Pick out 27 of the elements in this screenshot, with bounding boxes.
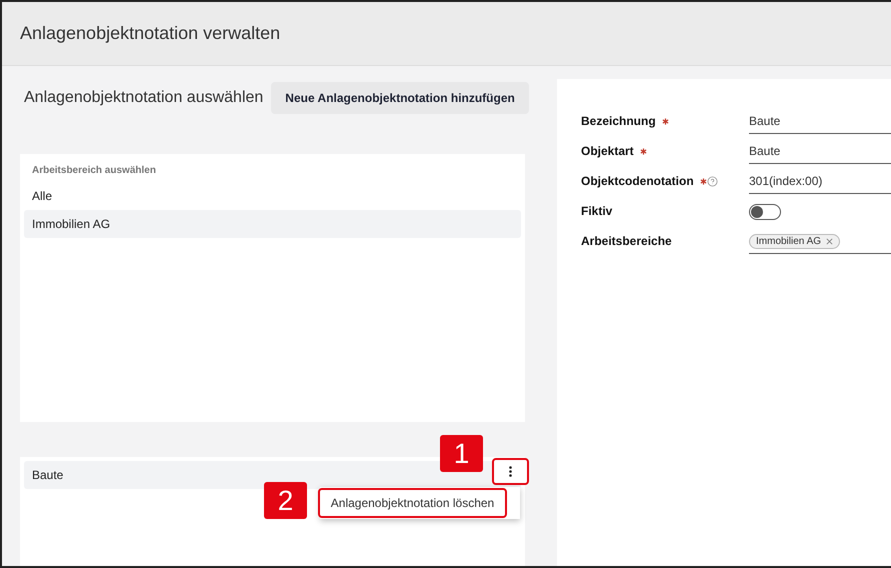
more-button[interactable] (492, 458, 529, 485)
field-label: Objektart (581, 144, 634, 158)
menu-item[interactable]: Anlagenobjektnotation löschen (318, 488, 507, 518)
help-icon[interactable] (706, 176, 718, 186)
callout-badge: 1 (440, 435, 483, 472)
workspace-item[interactable]: Alle (24, 182, 521, 210)
list-label: Arbeitsbereich auswählen (31, 165, 157, 178)
text-field[interactable]: 301(index:00) (749, 169, 891, 194)
required-asterisk-icon (662, 118, 669, 124)
toggle-switch[interactable] (749, 204, 781, 220)
field-label: Bezeichnung (581, 114, 656, 128)
section-title: Anlagenobjektnotation auswählen (24, 89, 264, 107)
tag-field[interactable]: Immobilien AG (749, 229, 891, 254)
add-button[interactable]: Neue Anlagenobjektnotation hinzufügen (271, 82, 529, 114)
field-label: Fiktiv (581, 204, 612, 218)
text-field[interactable]: Baute (749, 109, 891, 134)
workspace-item[interactable]: Immobilien AG (24, 210, 521, 238)
callout-badge: 2 (264, 482, 307, 519)
field-label: Arbeitsbereiche (581, 234, 672, 248)
field-label: Objektcodenotation (581, 174, 694, 188)
text-field[interactable]: Baute (749, 139, 891, 164)
kebab-icon (509, 466, 512, 477)
tag-chip: Immobilien AG (749, 234, 840, 248)
required-asterisk-icon (640, 148, 647, 154)
page-title: Anlagenobjektnotation verwalten (20, 23, 280, 44)
required-asterisk-icon (700, 178, 707, 184)
close-icon[interactable] (826, 238, 834, 244)
